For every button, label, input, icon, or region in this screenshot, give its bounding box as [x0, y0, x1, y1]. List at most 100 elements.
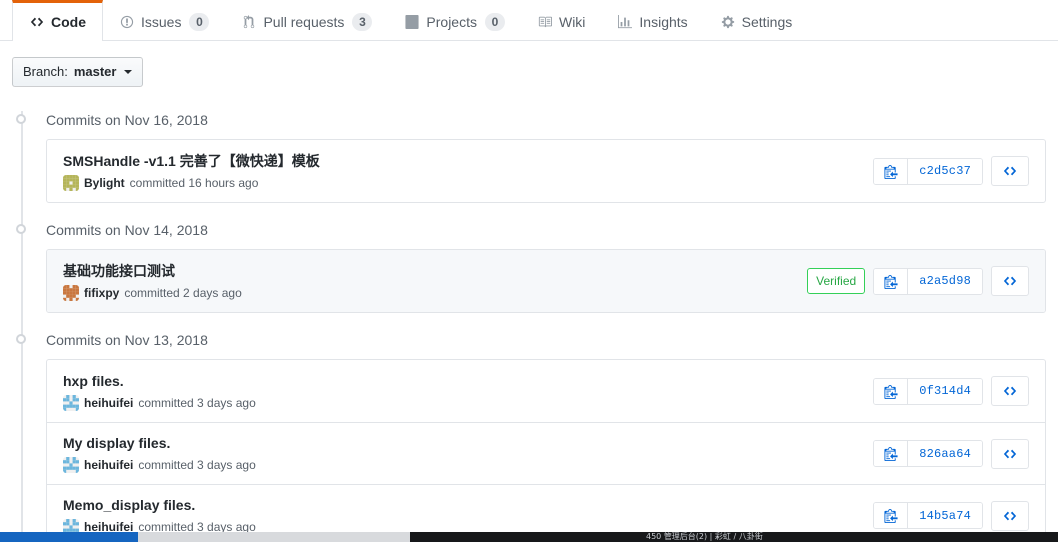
repository-nav: Code Issues 0 Pull requests 3 Projects 0 Wiki In… [0, 0, 1058, 41]
commit-info: hxp files. heihuifei committed 3 days ago [63, 371, 873, 412]
browse-repository-button[interactable] [991, 438, 1029, 469]
clipboard-copy-icon[interactable] [874, 503, 909, 528]
avatar[interactable] [63, 174, 79, 191]
commit-group-date-header: Commits on Nov 16, 2018 [12, 111, 1046, 139]
commit-sha-link[interactable]: 826aa64 [908, 441, 982, 466]
tab-pull-requests[interactable]: Pull requests 3 [225, 0, 388, 40]
commit-actions: Verified a2a5d98 [807, 266, 1029, 296]
gear-icon [720, 14, 736, 30]
commit-meta: heihuifei committed 3 days ago [63, 456, 861, 474]
commit-title-link[interactable]: SMSHandle -v1.1 完善了【微快递】模板 [63, 151, 861, 171]
commits-timeline: Commits on Nov 16, 2018 SMSHandle -v1.1 完… [12, 111, 1046, 542]
commit-title-link[interactable]: hxp files. [63, 371, 861, 391]
commit-group-date-label: Commits on Nov 14, 2018 [46, 222, 208, 238]
verified-badge[interactable]: Verified [807, 268, 866, 294]
clipboard-copy-icon[interactable] [874, 378, 909, 404]
tab-issues[interactable]: Issues 0 [103, 0, 225, 40]
commit-list: 基础功能接口测试 fifixpy committed 2 days ago Verif… [46, 249, 1046, 313]
tab-counter: 3 [352, 12, 373, 31]
graph-icon [617, 14, 633, 30]
browse-repository-button[interactable] [991, 500, 1029, 531]
commit-group-date-header: Commits on Nov 13, 2018 [12, 331, 1046, 359]
book-icon [537, 14, 553, 30]
commit-sha-link[interactable]: c2d5c37 [908, 158, 982, 184]
code-icon [29, 14, 45, 30]
commit-sha-link[interactable]: a2a5d98 [908, 268, 982, 294]
branch-bar: Branch: master [0, 41, 1058, 87]
branch-name-label: master [73, 64, 117, 79]
tab-label: Wiki [558, 13, 586, 30]
commits-container: Commits on Nov 16, 2018 SMSHandle -v1.1 完… [0, 87, 1058, 542]
browse-repository-button[interactable] [991, 266, 1029, 296]
tab-code[interactable]: Code [12, 0, 103, 41]
taskbar-grey-segment [138, 532, 410, 542]
tab-counter: 0 [189, 12, 210, 31]
commit-title-link[interactable]: Memo_display files. [63, 495, 861, 515]
commit-sha-link[interactable]: 14b5a74 [908, 503, 982, 528]
commit-row: SMSHandle -v1.1 完善了【微快递】模板 Bylight committ… [47, 140, 1045, 202]
issue-opened-icon [119, 14, 135, 30]
avatar[interactable] [63, 284, 79, 301]
timeline-node-icon [12, 114, 30, 124]
commit-group-date-label: Commits on Nov 13, 2018 [46, 332, 208, 348]
commit-row: 基础功能接口测试 fifixpy committed 2 days ago Verif… [47, 250, 1045, 312]
browse-repository-button[interactable] [991, 376, 1029, 406]
tab-label: Projects [426, 13, 477, 30]
project-icon [404, 14, 420, 30]
commit-author-link[interactable]: heihuifei [84, 394, 133, 412]
clipboard-copy-icon[interactable] [874, 268, 909, 294]
tab-label: Code [51, 13, 86, 30]
commit-sha-link[interactable]: 0f314d4 [908, 378, 982, 404]
commit-sha-group: c2d5c37 [873, 157, 983, 185]
timeline-node-icon [12, 224, 30, 234]
tab-counter: 0 [484, 12, 505, 31]
commit-sha-group: a2a5d98 [873, 267, 983, 295]
commit-info: Memo_display files. heihuifei committed 3 … [63, 495, 873, 536]
commit-list: SMSHandle -v1.1 完善了【微快递】模板 Bylight committ… [46, 139, 1046, 203]
commit-info: 基础功能接口测试 fifixpy committed 2 days ago [63, 261, 807, 302]
tab-projects[interactable]: Projects 0 [388, 0, 521, 40]
commit-author-link[interactable]: fifixpy [84, 284, 119, 302]
commit-timestamp: committed 3 days ago [138, 395, 256, 410]
tab-label: Pull requests [263, 13, 345, 30]
commit-list: hxp files. heihuifei committed 3 days ago 0… [46, 359, 1046, 542]
tab-label: Issues [141, 13, 182, 30]
branch-prefix-label: Branch: [23, 64, 68, 79]
clipboard-copy-icon[interactable] [874, 441, 909, 466]
avatar[interactable] [63, 457, 79, 473]
commit-sha-group: 14b5a74 [873, 502, 983, 529]
tab-settings[interactable]: Settings [704, 0, 809, 40]
commit-actions: 0f314d4 [873, 376, 1029, 406]
commit-info: My display files. heihuifei committed 3 da… [63, 433, 873, 474]
browse-repository-button[interactable] [991, 156, 1029, 186]
commit-title-link[interactable]: My display files. [63, 433, 861, 453]
commit-actions: 826aa64 [873, 438, 1029, 469]
branch-selector-button[interactable]: Branch: master [12, 57, 144, 87]
commit-group: Commits on Nov 14, 2018 基础功能接口测试 fifixpy co… [12, 221, 1046, 313]
commit-title-link[interactable]: 基础功能接口测试 [63, 261, 795, 281]
os-taskbar: 450 管理后台(2) | 彩虹 / 八卦街 [0, 532, 1058, 542]
tab-insights[interactable]: Insights [601, 0, 703, 40]
tab-wiki[interactable]: Wiki [521, 0, 601, 40]
commit-group: Commits on Nov 13, 2018 hxp files. heihuif… [12, 331, 1046, 542]
commit-meta: fifixpy committed 2 days ago [63, 284, 795, 302]
avatar[interactable] [63, 394, 79, 411]
clipboard-copy-icon[interactable] [874, 158, 909, 184]
chevron-down-icon [124, 70, 133, 74]
commit-meta: Bylight committed 16 hours ago [63, 174, 861, 192]
commit-timestamp: committed 16 hours ago [129, 175, 259, 190]
timeline-node-icon [12, 334, 30, 344]
commit-group-date-label: Commits on Nov 16, 2018 [46, 112, 208, 128]
taskbar-text: 450 管理后台(2) | 彩虹 / 八卦街 [410, 532, 1058, 542]
commit-author-link[interactable]: heihuifei [84, 456, 133, 474]
commit-sha-group: 0f314d4 [873, 377, 983, 405]
commit-row: hxp files. heihuifei committed 3 days ago 0… [47, 360, 1045, 422]
tab-label: Settings [741, 13, 793, 30]
commit-meta: heihuifei committed 3 days ago [63, 394, 861, 412]
commit-sha-group: 826aa64 [873, 440, 983, 467]
tab-label: Insights [639, 13, 688, 30]
commit-group: Commits on Nov 16, 2018 SMSHandle -v1.1 完… [12, 111, 1046, 203]
commit-info: SMSHandle -v1.1 完善了【微快递】模板 Bylight committ… [63, 151, 873, 192]
commit-author-link[interactable]: Bylight [84, 174, 125, 192]
commit-actions: 14b5a74 [873, 500, 1029, 531]
